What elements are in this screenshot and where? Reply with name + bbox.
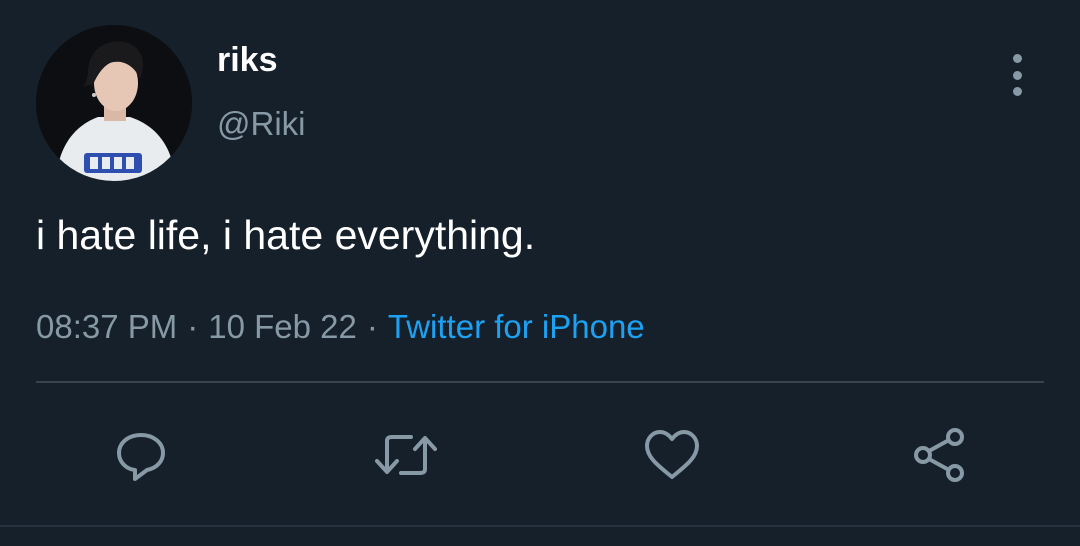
retweet-button[interactable] — [371, 420, 441, 490]
tweet-meta: 08:37 PM · 10 Feb 22 · Twitter for iPhone — [36, 305, 645, 349]
heart-icon — [645, 430, 699, 479]
share-button[interactable] — [904, 420, 974, 490]
reply-button[interactable] — [106, 420, 176, 490]
tweet-card: riks @Riki i hate life, i hate everythin… — [0, 0, 1080, 546]
bottom-divider — [0, 525, 1080, 527]
more-dot-icon — [1012, 70, 1022, 80]
divider — [36, 381, 1044, 383]
more-dot-icon — [1012, 87, 1022, 96]
tweet-date[interactable]: 10 Feb 22 — [208, 308, 357, 345]
user-handle[interactable]: @Riki — [217, 103, 306, 145]
like-button[interactable] — [637, 420, 707, 490]
tweet-text: i hate life, i hate everything. — [36, 212, 536, 258]
meta-separator: · — [366, 308, 378, 345]
more-dot-icon — [1012, 54, 1022, 63]
reply-icon — [117, 433, 165, 481]
meta-separator: · — [187, 308, 199, 345]
tweet-time[interactable]: 08:37 PM — [36, 308, 177, 345]
avatar-image — [36, 25, 192, 181]
share-icon — [914, 428, 964, 482]
more-options-button[interactable] — [1000, 54, 1034, 96]
tweet-source-link[interactable]: Twitter for iPhone — [388, 308, 645, 345]
action-bar — [0, 420, 1080, 490]
display-name[interactable]: riks — [217, 38, 278, 82]
avatar[interactable] — [36, 25, 192, 181]
retweet-icon — [375, 435, 437, 475]
